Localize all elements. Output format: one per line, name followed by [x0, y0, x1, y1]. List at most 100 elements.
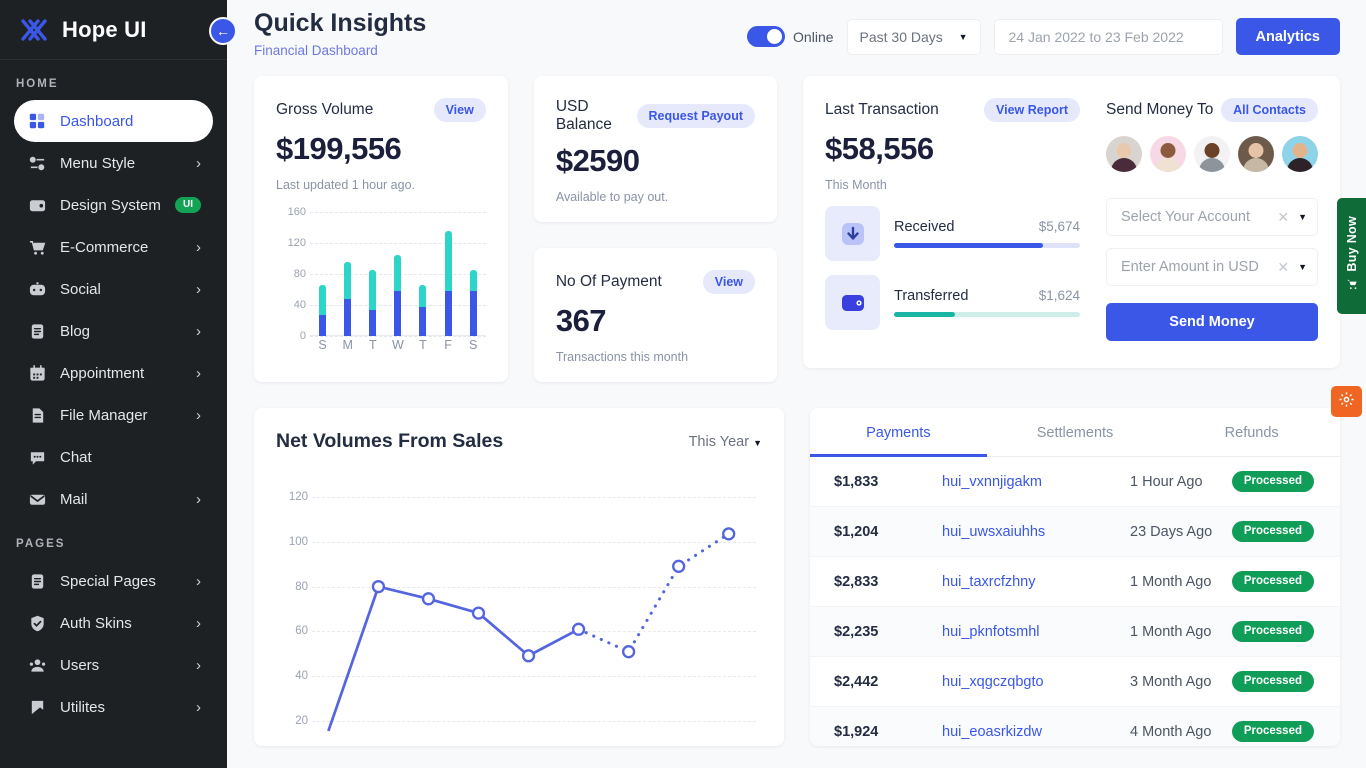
- chevron-right-icon: ›: [196, 238, 201, 256]
- row-amount: $1,833: [834, 473, 879, 490]
- sidebar-item-e-commerce[interactable]: E-Commerce ›: [14, 226, 213, 268]
- tab-payments[interactable]: Payments: [810, 408, 987, 457]
- chevron-down-icon: ▼: [958, 31, 968, 42]
- net-volumes-range-select[interactable]: This Year ▼: [689, 434, 762, 450]
- clear-icon[interactable]: ✕: [1277, 209, 1289, 226]
- request-payout-button[interactable]: Request Payout: [636, 104, 755, 128]
- all-contacts-button[interactable]: All Contacts: [1221, 98, 1318, 122]
- select-account-field[interactable]: Select Your Account ✕ ▼: [1106, 198, 1318, 236]
- amount-field[interactable]: Enter Amount in USD ✕ ▼: [1106, 248, 1318, 286]
- chevron-right-icon: ›: [196, 280, 201, 298]
- tab-settlements[interactable]: Settlements: [987, 408, 1164, 456]
- table-row[interactable]: $1,833 hui_vxnnjigakm 1 Hour Ago Processed: [810, 457, 1340, 507]
- avatar[interactable]: [1282, 136, 1318, 172]
- view-report-button[interactable]: View Report: [983, 98, 1080, 122]
- bar-chart-bar: [344, 261, 352, 336]
- sidebar-item-mail[interactable]: Mail ›: [14, 478, 213, 520]
- sidebar-item-utilites[interactable]: Utilites ›: [14, 686, 213, 728]
- progress-header: Received $5,674: [894, 219, 1080, 235]
- chevron-down-icon[interactable]: ▼: [1298, 212, 1307, 222]
- row-transaction-id[interactable]: hui_xqgczqbgto: [942, 674, 1130, 690]
- sidebar-item-dashboard[interactable]: Dashboard: [14, 100, 213, 142]
- sidebar-item-social[interactable]: Social ›: [14, 268, 213, 310]
- contact-avatars: [1106, 136, 1318, 172]
- grid-icon: [26, 110, 48, 132]
- settings-button[interactable]: [1331, 386, 1362, 417]
- sidebar-item-chat[interactable]: Chat: [14, 436, 213, 478]
- sidebar-item-label: Auth Skins: [60, 614, 132, 632]
- bar-chart-bar: [444, 230, 452, 336]
- tab-refunds[interactable]: Refunds: [1163, 408, 1340, 456]
- gross-volume-value: $199,556: [276, 131, 402, 166]
- sidebar-item-design-system[interactable]: Design System UI: [14, 184, 213, 226]
- chevron-down-icon[interactable]: ▼: [1298, 262, 1307, 272]
- avatar[interactable]: [1194, 136, 1230, 172]
- usd-balance-note: Available to pay out.: [555, 190, 669, 204]
- no-of-payment-view-button[interactable]: View: [702, 270, 755, 294]
- wallet-icon: [825, 275, 880, 330]
- sidebar-collapse-button[interactable]: ←: [209, 17, 237, 45]
- table-row[interactable]: $2,833 hui_taxrcfzhny 1 Month Ago Processed: [810, 557, 1340, 607]
- avatar[interactable]: [1238, 136, 1274, 172]
- table-row[interactable]: $1,924 hui_eoasrkizdw 4 Month Ago Processed: [810, 707, 1340, 746]
- range-select[interactable]: Past 30 Days ▼: [846, 18, 981, 55]
- bar-segment-base: [319, 315, 327, 336]
- bottom-row: Net Volumes From Sales This Year ▼ 20 40 6…: [254, 408, 1340, 746]
- row-transaction-id[interactable]: hui_vxnnjigakm: [942, 474, 1130, 490]
- sidebar-item-label: Dashboard: [60, 112, 134, 130]
- avatar[interactable]: [1106, 136, 1142, 172]
- bar-segment-base: [344, 298, 352, 336]
- chevron-right-icon: ›: [196, 154, 201, 172]
- cart-icon: [26, 236, 48, 258]
- chevron-right-icon: ›: [196, 322, 201, 340]
- sidebar-item-file-manager[interactable]: File Manager ›: [14, 394, 213, 436]
- last-transaction-value: $58,556: [825, 131, 934, 166]
- buy-now-button[interactable]: Buy Now: [1337, 198, 1366, 314]
- online-toggle[interactable]: [747, 26, 786, 47]
- send-money-button[interactable]: Send Money: [1106, 303, 1318, 341]
- row-amount: $2,833: [834, 573, 879, 590]
- gross-volume-view-button[interactable]: View: [433, 98, 486, 122]
- line-chart-series: [312, 475, 756, 743]
- sidebar-item-auth-skins[interactable]: Auth Skins ›: [14, 602, 213, 644]
- table-row[interactable]: $2,442 hui_xqgczqbgto 3 Month Ago Processed: [810, 657, 1340, 707]
- row-transaction-id[interactable]: hui_eoasrkizdw: [942, 724, 1130, 740]
- page-title: Quick Insights: [254, 9, 427, 37]
- online-toggle-wrap[interactable]: Online: [747, 26, 834, 47]
- page-subtitle: Financial Dashboard: [254, 43, 378, 59]
- send-money-panel: Send Money To All Contacts Select Your A…: [1106, 98, 1318, 350]
- row-time: 3 Month Ago: [1130, 673, 1212, 690]
- sidebar-item-label: Chat: [60, 448, 92, 466]
- bar-chart-bar: [319, 284, 327, 336]
- row-transaction-id[interactable]: hui_pknfotsmhl: [942, 624, 1130, 640]
- download-arrow-icon: [825, 206, 880, 261]
- brand[interactable]: Hope UI: [0, 0, 227, 60]
- chevron-right-icon: ›: [196, 698, 201, 716]
- status-badge: Processed: [1231, 520, 1314, 543]
- bar-chart-y-tick: 0: [299, 330, 306, 342]
- send-money-head: Send Money To All Contacts: [1106, 98, 1318, 122]
- sidebar-item-users[interactable]: Users ›: [14, 644, 213, 686]
- row-time: 23 Days Ago: [1130, 523, 1213, 540]
- avatar-body: [1243, 158, 1269, 172]
- clear-icon[interactable]: ✕: [1277, 259, 1289, 276]
- sidebar-item-appointment[interactable]: Appointment ›: [14, 352, 213, 394]
- transaction-progress-list: Received $5,674 Transferred $1,624: [825, 206, 1080, 330]
- line-chart-y-axis: 20 40 60 80 100 120: [276, 475, 312, 743]
- transaction-progress-row: Received $5,674: [825, 206, 1080, 261]
- sidebar-item-menu-style[interactable]: Menu Style ›: [14, 142, 213, 184]
- row-amount: $2,235: [834, 623, 879, 640]
- avatar[interactable]: [1150, 136, 1186, 172]
- table-row[interactable]: $2,235 hui_pknfotsmhl 1 Month Ago Processed: [810, 607, 1340, 657]
- bar-chart-x-tick: T: [368, 338, 377, 352]
- calendar-icon: [26, 362, 48, 384]
- sidebar-item-special-pages[interactable]: Special Pages ›: [14, 560, 213, 602]
- date-range-input[interactable]: 24 Jan 2022 to 23 Feb 2022: [993, 18, 1223, 55]
- row-amount: $1,204: [834, 523, 879, 540]
- row-transaction-id[interactable]: hui_taxrcfzhny: [942, 574, 1130, 590]
- row-transaction-id[interactable]: hui_uwsxaiuhhs: [942, 524, 1130, 540]
- analytics-button[interactable]: Analytics: [1235, 18, 1340, 55]
- table-row[interactable]: $1,204 hui_uwsxaiuhhs 23 Days Ago Processed: [810, 507, 1340, 557]
- sidebar-item-blog[interactable]: Blog ›: [14, 310, 213, 352]
- bar-chart-bar: [394, 254, 402, 336]
